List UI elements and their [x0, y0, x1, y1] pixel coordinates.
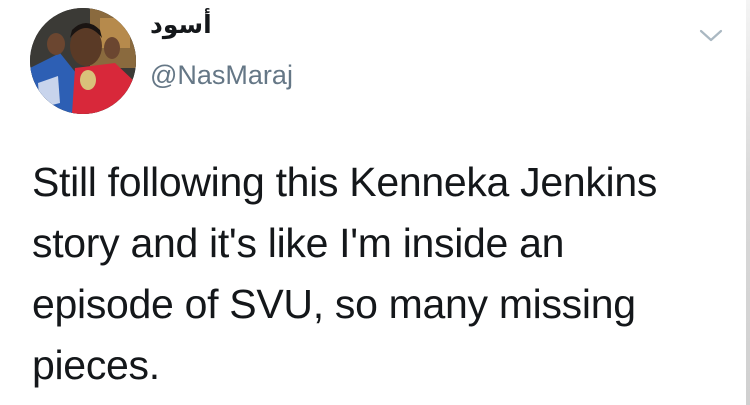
- avatar[interactable]: [30, 8, 136, 114]
- user-handle[interactable]: @NasMaraj: [150, 58, 293, 92]
- scrollbar[interactable]: [746, 0, 750, 405]
- tweet-text: Still following this Kenneka Jenkins sto…: [32, 159, 658, 388]
- chevron-down-icon[interactable]: [698, 26, 724, 46]
- display-name[interactable]: أسود: [150, 8, 212, 42]
- tweet-card: أسود @NasMaraj Still following this Kenn…: [0, 0, 750, 405]
